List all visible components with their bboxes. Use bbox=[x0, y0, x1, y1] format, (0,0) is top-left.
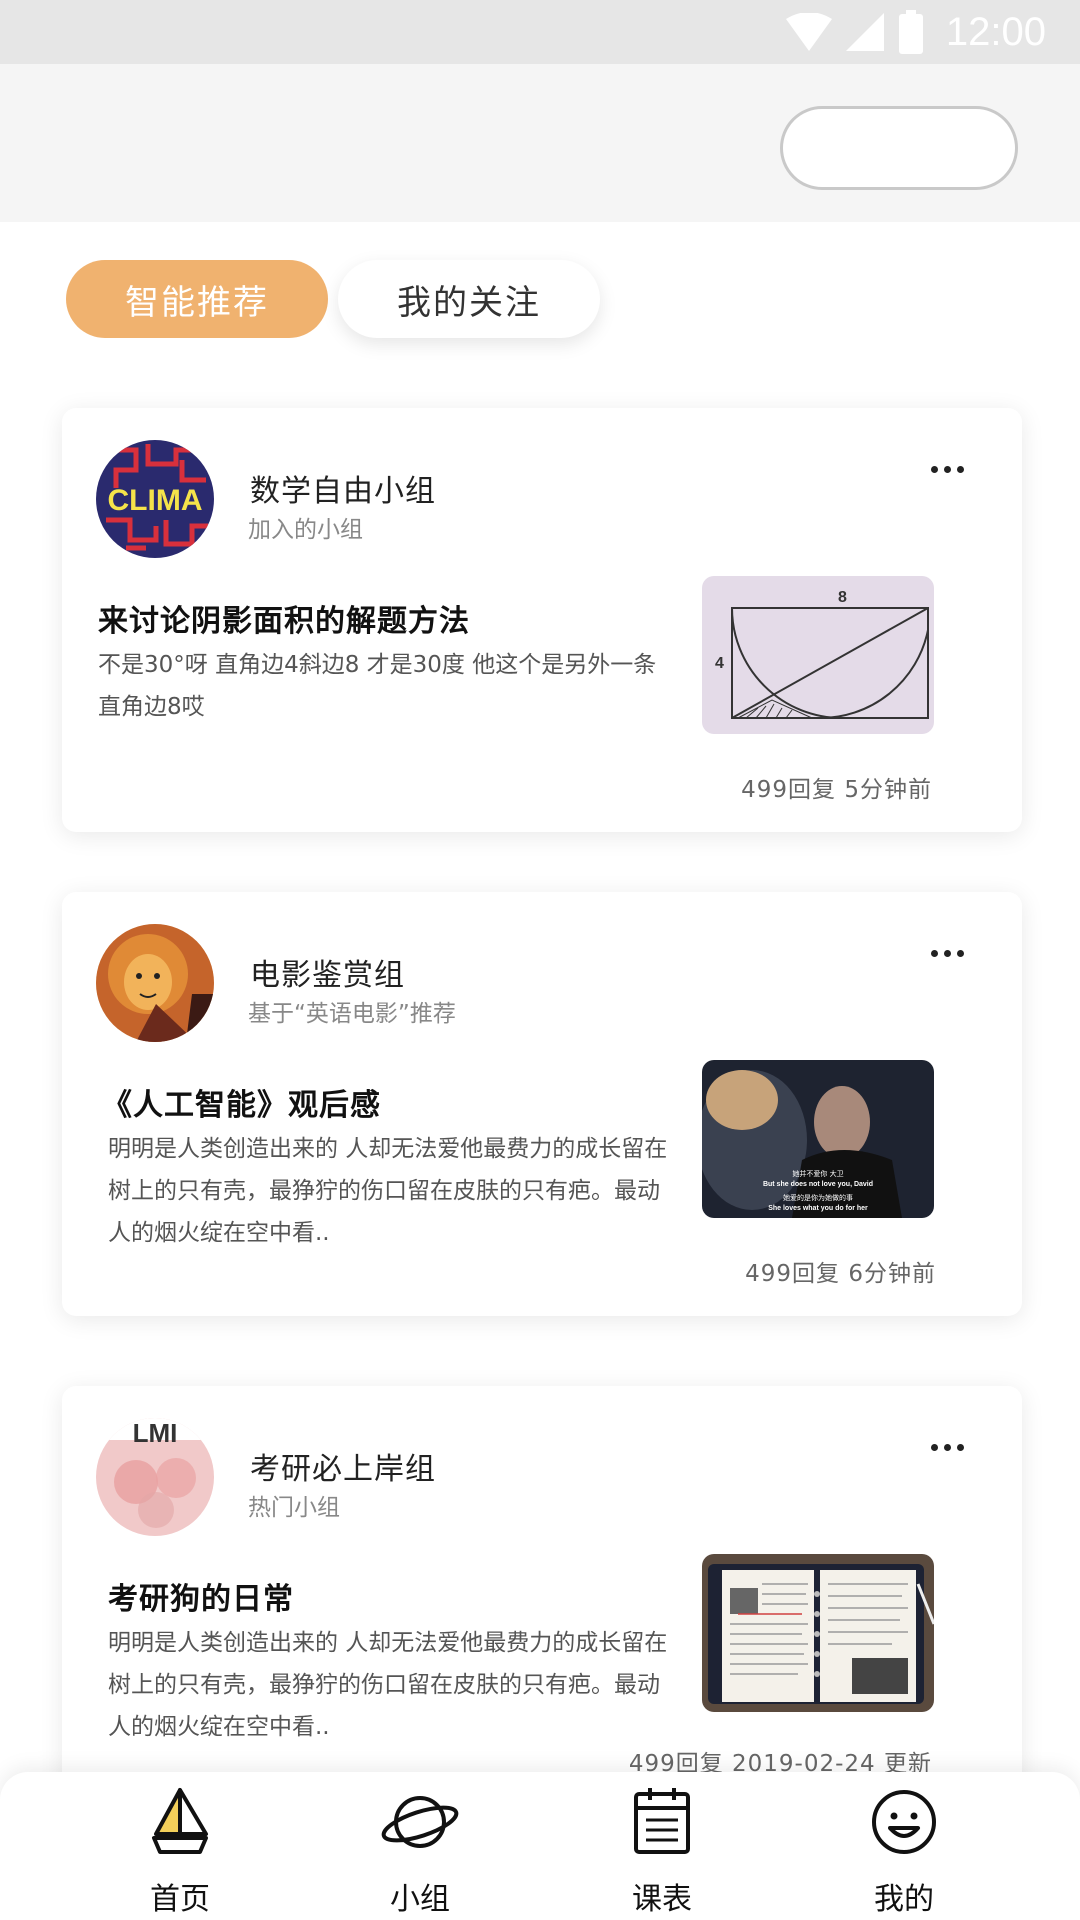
tabbar-label: 我的 bbox=[874, 1882, 934, 1917]
group-name[interactable]: 考研必上岸组 bbox=[250, 1444, 436, 1488]
group-subtitle: 加入的小组 bbox=[248, 517, 363, 543]
tabbar-item-schedule[interactable]: 课表 bbox=[582, 1772, 742, 1920]
avatar-logo-text: CLIMA bbox=[108, 484, 203, 517]
figure-label-left: 4 bbox=[715, 655, 724, 672]
post-thumbnail[interactable]: 8 4 bbox=[702, 576, 934, 734]
post-meta: 499回复 6分钟前 bbox=[745, 1261, 936, 1287]
tabbar-label: 课表 bbox=[632, 1882, 692, 1917]
tabbar-label: 首页 bbox=[150, 1882, 210, 1917]
wifi-icon bbox=[785, 13, 832, 51]
group-avatar[interactable]: CLIMA bbox=[96, 440, 214, 558]
post-card[interactable]: CLIMA 数学自由小组 加入的小组 来讨论阴影面积的解题方法 不是30°呀 直… bbox=[62, 408, 1022, 832]
group-subtitle: 基于“英语电影”推荐 bbox=[248, 1001, 456, 1027]
post-title[interactable]: 《人工智能》观后感 bbox=[102, 1080, 381, 1124]
avatar-logo-text: LMI bbox=[133, 1418, 178, 1448]
post-meta: 499回复 5分钟前 bbox=[741, 777, 932, 803]
more-options-icon[interactable] bbox=[931, 1444, 964, 1451]
post-excerpt: 不是30°呀 直角边4斜边8 才是30度 他这个是另外一条直角边8哎 bbox=[98, 652, 657, 720]
status-bar: 12:00 bbox=[0, 0, 1080, 64]
smiley-icon bbox=[872, 1790, 936, 1854]
figure-label-top: 8 bbox=[838, 589, 847, 606]
post-title[interactable]: 考研狗的日常 bbox=[108, 1574, 294, 1618]
subtitle-line-3: 她爱的是你为她做的事 bbox=[783, 1193, 853, 1202]
planet-icon bbox=[381, 1796, 459, 1848]
post-excerpt: 明明是人类创造出来的 人却无法爱他最费力的成长留在树上的只有壳，最狰狞的伤口留在… bbox=[108, 1630, 668, 1740]
tab-following[interactable]: 我的关注 bbox=[338, 260, 600, 338]
post-title[interactable]: 来讨论阴影面积的解题方法 bbox=[98, 596, 470, 640]
group-avatar[interactable] bbox=[96, 924, 214, 1042]
feed-tabs: 智能推荐 我的关注 bbox=[66, 260, 600, 338]
more-options-icon[interactable] bbox=[931, 466, 964, 473]
cellular-signal-icon bbox=[845, 13, 884, 51]
tabbar-label: 小组 bbox=[390, 1882, 450, 1917]
more-options-icon[interactable] bbox=[931, 950, 964, 957]
group-avatar[interactable]: LMI bbox=[96, 1418, 214, 1536]
post-card[interactable]: 电影鉴赏组 基于“英语电影”推荐 《人工智能》观后感 明明是人类创造出来的 人却… bbox=[62, 892, 1022, 1316]
group-name[interactable]: 电影鉴赏组 bbox=[250, 950, 405, 994]
status-icons: 12:00 bbox=[785, 8, 1046, 56]
tabbar-item-me[interactable]: 我的 bbox=[824, 1772, 984, 1920]
tabbar-item-groups[interactable]: 小组 bbox=[340, 1772, 500, 1920]
group-subtitle: 热门小组 bbox=[248, 1495, 340, 1521]
tab-smart-recommend[interactable]: 智能推荐 bbox=[66, 260, 328, 338]
sailboat-icon bbox=[152, 1788, 208, 1854]
battery-icon bbox=[898, 10, 923, 54]
subtitle-line-2: But she does not love you, David bbox=[763, 1181, 873, 1188]
calendar-icon bbox=[634, 1788, 690, 1854]
group-name[interactable]: 数学自由小组 bbox=[250, 466, 436, 510]
subtitle-line-4: She loves what you do for her bbox=[768, 1205, 868, 1212]
header-action-button[interactable] bbox=[780, 106, 1018, 190]
top-header bbox=[0, 64, 1080, 222]
clock-time: 12:00 bbox=[945, 9, 1046, 54]
post-thumbnail[interactable]: 她并不爱你 大卫 But she does not love you, Davi… bbox=[702, 1060, 934, 1218]
tabbar-item-home[interactable]: 首页 bbox=[100, 1772, 260, 1920]
bottom-tab-bar: 首页 小组 课表 我的 bbox=[0, 1772, 1080, 1920]
subtitle-line-1: 她并不爱你 大卫 bbox=[792, 1169, 843, 1178]
post-excerpt: 明明是人类创造出来的 人却无法爱他最费力的成长留在树上的只有壳，最狰狞的伤口留在… bbox=[108, 1136, 668, 1246]
post-thumbnail[interactable] bbox=[702, 1554, 934, 1712]
post-card[interactable]: LMI 考研必上岸组 热门小组 考研狗的日常 明明是人类创造出来的 人却无法爱他… bbox=[62, 1386, 1022, 1806]
